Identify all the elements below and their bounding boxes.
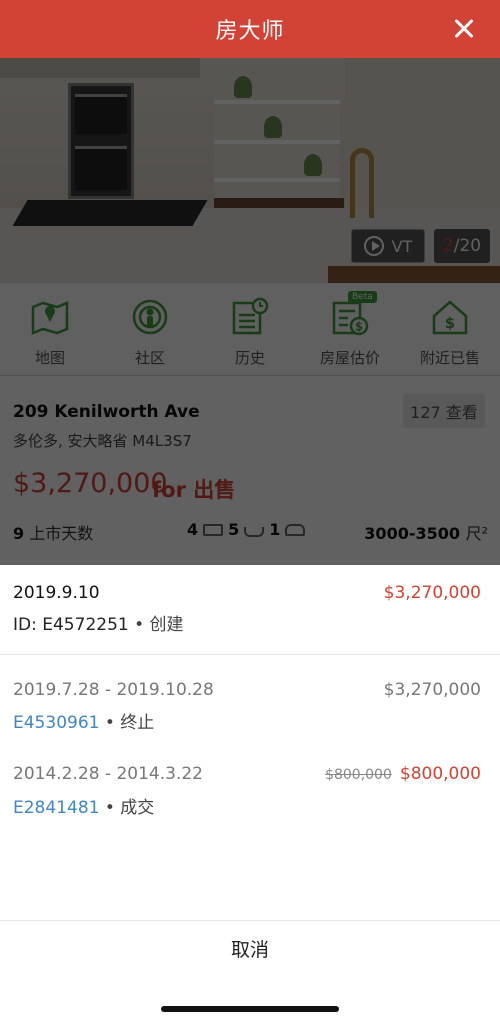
divider (0, 654, 500, 655)
photo-floor (328, 266, 500, 283)
history-date: 2014.2.28 - 2014.3.22 (13, 764, 203, 784)
app-title: 房大师 (215, 19, 285, 44)
sqft-unit: 尺² (465, 524, 488, 543)
separator: • (99, 798, 121, 818)
nav-history[interactable]: 历史 (200, 283, 300, 375)
photo-current-index: 2 (442, 236, 454, 256)
valuation-icon-wrap: $ Beta (330, 291, 377, 337)
room-counts: 4 5 1 (187, 520, 306, 539)
nav-label: 历史 (234, 349, 265, 367)
baths-value: 5 (228, 520, 240, 539)
car-icon (285, 523, 306, 536)
beta-badge: Beta (348, 291, 377, 303)
history-action: 成交 (120, 798, 155, 818)
history-date: 2019.7.28 - 2019.10.28 (13, 680, 214, 700)
nav-label: 附近已售 (419, 349, 480, 367)
history-price-group: $800,000 $800,000 (325, 764, 481, 784)
listing-address: 209 Kenilworth Ave (13, 402, 200, 422)
app-header: 房大师 (0, 0, 500, 58)
days-value: 9 (13, 524, 25, 543)
days-label: 上市天数 (29, 524, 94, 543)
sqft-value: 3000-3500 (364, 524, 460, 543)
parking-value: 1 (269, 520, 281, 539)
history-icon (232, 297, 269, 335)
mls-link[interactable]: E4530961 (13, 713, 99, 733)
play-icon (363, 236, 384, 256)
history-detail: E4530961 • 终止 (13, 708, 154, 733)
history-action: 创建 (149, 615, 184, 635)
bed-icon (203, 523, 224, 536)
map-icon (31, 301, 69, 335)
nearby-sold-icon: $ (432, 300, 468, 335)
history-price: $800,000 (399, 764, 481, 784)
photo-oven (68, 83, 134, 199)
nav-label: 房屋估价 (319, 349, 380, 367)
history-sheet: 2019.9.10 $3,270,000 ID: E4572251 • 创建 2… (0, 565, 500, 1024)
svg-text:$: $ (355, 320, 363, 334)
listing-photo[interactable]: VT 2/20 (0, 58, 500, 283)
svg-text:$: $ (445, 314, 455, 332)
history-action: 终止 (120, 713, 155, 733)
days-on-market: 9 上市天数 (13, 520, 93, 544)
feature-icon-row: 地图 社区 历史 $ Beta 房屋估价 $ 附近已售 (0, 283, 500, 376)
listing-page-background: VT 2/20 地图 社区 历史 $ Beta 房屋估价 $ 附近已售 209 … (0, 58, 500, 565)
nav-community[interactable]: 社区 (100, 283, 200, 375)
separator: • (99, 713, 121, 733)
id-prefix: ID: (13, 615, 43, 635)
nav-label: 地图 (34, 349, 65, 367)
photo-shelves (214, 68, 340, 198)
old-price: $800,000 (325, 767, 392, 783)
photo-total: /20 (453, 236, 482, 256)
nav-valuation[interactable]: $ Beta 房屋估价 (300, 283, 400, 375)
listing-price: $3,270,000 (13, 468, 168, 499)
history-detail: E2841481 • 成交 (13, 793, 154, 818)
history-price: $3,270,000 (383, 680, 481, 700)
listing-summary: 209 Kenilworth Ave 127 查看 多伦多, 安大略省 M4L3… (0, 376, 500, 565)
home-indicator[interactable] (161, 1006, 339, 1012)
photo-cooktop (12, 200, 208, 226)
listing-city: 多伦多, 安大略省 M4L3S7 (13, 432, 192, 450)
square-footage: 3000-3500 尺² (364, 520, 488, 544)
bath-icon (244, 526, 265, 537)
view-count-badge: 127 查看 (403, 394, 485, 428)
listing-status: for 出售 (152, 478, 236, 502)
virtual-tour-button[interactable]: VT (351, 229, 425, 263)
beds-value: 4 (187, 520, 199, 539)
history-date: 2019.9.10 (13, 583, 100, 603)
valuation-icon: $ (332, 301, 369, 336)
separator: • (128, 615, 150, 635)
virtual-tour-label: VT (391, 236, 413, 256)
nav-nearby-sold[interactable]: $ 附近已售 (400, 283, 500, 375)
photo-counter-badge: 2/20 (434, 229, 490, 263)
cancel-button[interactable]: 取消 (0, 922, 500, 974)
mls-number: E4572251 (42, 615, 129, 635)
nav-label: 社区 (134, 349, 165, 367)
close-icon[interactable] (450, 15, 478, 43)
history-detail: ID: E4572251 • 创建 (13, 610, 184, 635)
divider (0, 920, 500, 921)
photo-range-hood (0, 58, 200, 78)
history-price: $3,270,000 (383, 583, 481, 603)
mls-link[interactable]: E2841481 (13, 798, 99, 818)
photo-faucet (350, 148, 374, 218)
nav-map[interactable]: 地图 (0, 283, 100, 375)
community-icon (132, 299, 168, 335)
